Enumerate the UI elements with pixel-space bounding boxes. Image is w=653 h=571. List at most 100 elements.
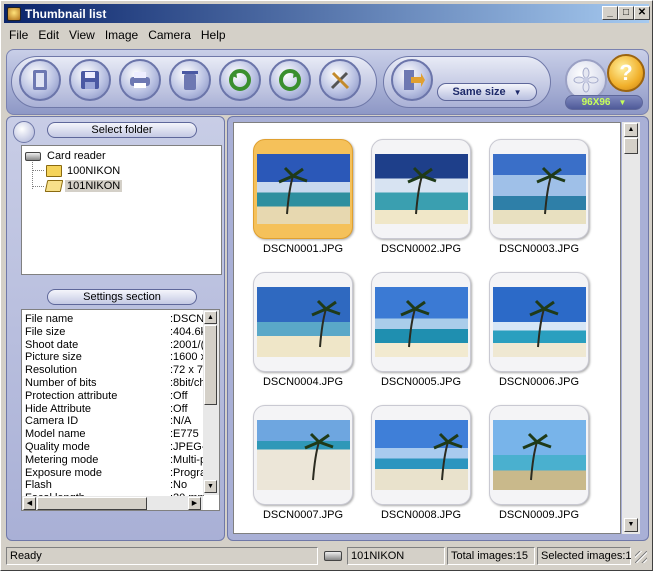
delete-button[interactable] <box>169 59 211 101</box>
thumbnail-filename: DSCN0009.JPG <box>498 509 580 521</box>
settings-hscrollbar[interactable]: ◀ ▶ <box>22 496 203 510</box>
thumbnail-frame[interactable] <box>371 405 471 505</box>
minimize-button[interactable]: _ <box>602 6 618 20</box>
thumbnail-item[interactable]: DSCN0005.JPG <box>359 268 475 400</box>
thumbnail-frame[interactable] <box>371 272 471 372</box>
scroll-right-arrow-icon[interactable]: ▶ <box>188 497 201 510</box>
menu-help[interactable]: Help <box>196 28 231 42</box>
status-bar: Ready 101NIKON Total images:15 Selected … <box>4 545 649 567</box>
print-icon <box>130 72 150 88</box>
setting-value: :2001/( <box>170 338 204 351</box>
scroll-down-arrow-icon[interactable]: ▼ <box>624 518 638 532</box>
menu-camera[interactable]: Camera <box>143 28 196 42</box>
palm-tree-icon <box>407 166 437 215</box>
transfer-button[interactable] <box>391 59 433 101</box>
settings-row: Flash:No <box>25 479 187 492</box>
settings-row: Metering mode:Multi-p <box>25 454 204 467</box>
maximize-button[interactable]: □ <box>618 6 634 20</box>
save-icon <box>81 71 99 89</box>
card-reader-icon <box>324 551 342 561</box>
setting-value: :E775 <box>170 428 199 441</box>
tree-folder-100nikon[interactable]: 100NIKON <box>46 164 122 178</box>
rotate-right-button[interactable] <box>269 59 311 101</box>
tools-button[interactable] <box>319 59 361 101</box>
setting-value: :N/A <box>170 415 192 428</box>
trash-icon <box>182 71 198 90</box>
thumbnail-item[interactable]: DSCN0004.JPG <box>241 268 357 400</box>
palm-tree-icon <box>522 432 552 481</box>
resize-grip-icon[interactable] <box>635 551 647 563</box>
film-button[interactable] <box>19 59 61 101</box>
setting-value: :8bit/ch <box>170 377 204 389</box>
thumbnail-frame[interactable] <box>253 272 353 372</box>
thumbnail-item[interactable]: DSCN0001.JPG <box>241 135 357 267</box>
settings-row: Number of bits:8bit/ch <box>25 377 204 390</box>
rotate-left-icon <box>229 69 251 91</box>
thumbnail-item[interactable]: DSCN0007.JPG <box>241 401 357 533</box>
setting-name: Protection attribute <box>25 389 118 402</box>
rotate-left-button[interactable] <box>219 59 261 101</box>
thumbnail-photo <box>493 287 586 357</box>
setting-value: :404.6k <box>170 325 204 338</box>
settings-vscrollbar[interactable]: ▲ ▼ <box>203 310 219 495</box>
tree-line <box>32 170 44 171</box>
thumbnail-item[interactable]: DSCN0008.JPG <box>359 401 475 533</box>
thumbnail-item[interactable]: DSCN0006.JPG <box>477 268 593 400</box>
tree-folder-label: 100NIKON <box>67 165 121 177</box>
scroll-down-arrow-icon[interactable]: ▼ <box>204 480 217 493</box>
thumbnail-frame[interactable] <box>253 405 353 505</box>
settings-vscroll-thumb[interactable] <box>204 325 217 405</box>
select-folder-button[interactable]: Select folder <box>47 122 197 138</box>
setting-value: :1600 x <box>170 351 204 364</box>
size-select[interactable]: Same size ▼ <box>437 83 537 101</box>
thumbnail-item[interactable]: DSCN0002.JPG <box>359 135 475 267</box>
thumbnail-frame[interactable] <box>489 272 589 372</box>
menu-file[interactable]: File <box>4 28 33 42</box>
thumbnail-filename: DSCN0008.JPG <box>380 509 462 521</box>
thumbnail-vscroll-thumb[interactable] <box>624 138 638 154</box>
thumb-size-value: 96X96 <box>581 97 611 108</box>
scroll-up-arrow-icon[interactable]: ▲ <box>204 311 217 324</box>
size-select-value: Same size <box>452 86 506 98</box>
thumbnail-frame[interactable] <box>489 139 589 239</box>
thumbnail-filename: DSCN0007.JPG <box>262 509 344 521</box>
tree-root[interactable]: Card reader <box>25 149 108 163</box>
setting-value: :Progra <box>170 466 204 479</box>
settings-row: Protection attribute:Off <box>25 389 188 403</box>
thumbnail-frame[interactable] <box>371 139 471 239</box>
thumbnail-item[interactable]: DSCN0003.JPG <box>477 135 593 267</box>
help-button[interactable]: ? <box>607 54 645 92</box>
setting-value: :JPEG- <box>170 441 204 453</box>
folder-select-icon <box>13 121 35 143</box>
print-button[interactable] <box>119 59 161 101</box>
status-text: Ready <box>6 547 318 565</box>
thumbnail-frame[interactable] <box>253 139 353 239</box>
left-pane: Select folder Card reader 100NIKON 101NI… <box>6 116 225 541</box>
thumbnail-photo <box>257 287 350 357</box>
menu-edit[interactable]: Edit <box>33 28 64 42</box>
scroll-up-arrow-icon[interactable]: ▲ <box>624 123 638 137</box>
setting-name: Picture size <box>25 351 82 364</box>
palm-tree-icon <box>536 166 566 215</box>
settings-hscroll-thumb[interactable] <box>37 497 147 510</box>
menu-view[interactable]: View <box>64 28 100 42</box>
thumbnail-item[interactable]: DSCN0009.JPG <box>477 401 593 533</box>
folder-tree: Card reader 100NIKON 101NIKON <box>21 145 222 275</box>
palm-tree-icon <box>304 432 334 481</box>
thumbnail-photo <box>375 420 468 490</box>
close-button[interactable]: ✕ <box>634 6 650 20</box>
question-icon: ? <box>619 60 633 85</box>
folder-icon <box>46 165 62 177</box>
scroll-left-arrow-icon[interactable]: ◀ <box>23 497 36 510</box>
thumbnail-vscrollbar[interactable]: ▲ ▼ <box>622 122 640 534</box>
settings-row: File size:404.6k <box>25 326 204 339</box>
setting-value: :72 x 72 <box>170 364 204 377</box>
save-button[interactable] <box>69 59 111 101</box>
status-folder: 101NIKON <box>347 547 445 565</box>
tree-folder-101nikon[interactable]: 101NIKON <box>44 179 123 193</box>
thumbnail-frame[interactable] <box>489 405 589 505</box>
thumb-size-select[interactable]: 96X96 ▼ <box>565 95 643 110</box>
menu-image[interactable]: Image <box>100 28 143 42</box>
palm-tree-icon <box>278 166 308 215</box>
settings-section-button[interactable]: Settings section <box>47 289 197 305</box>
